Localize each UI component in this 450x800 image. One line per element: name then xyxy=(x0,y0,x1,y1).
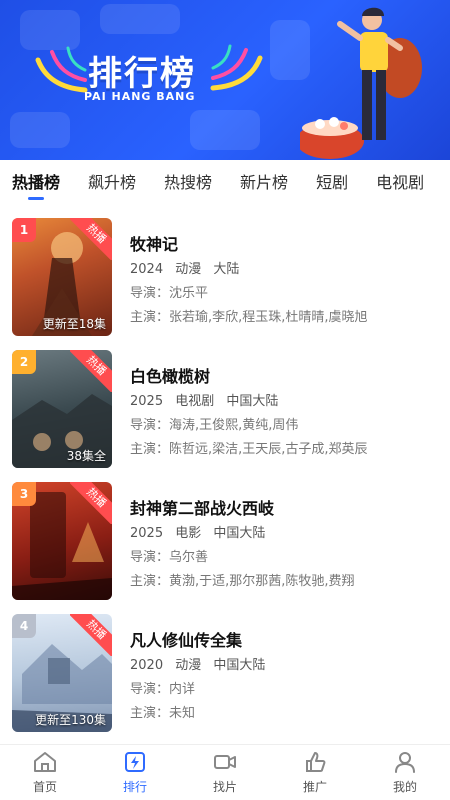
item-region: 中国大陆 xyxy=(213,526,266,541)
banner-subtitle: PAI HANG BANG xyxy=(84,90,196,103)
ranking-icon xyxy=(125,752,145,772)
list-item[interactable]: 3 热播 封神第二部战火西岐 2025 电影 中国大陆 导演：乌尔善 主演：黄渤… xyxy=(0,470,450,600)
item-type: 电影 xyxy=(175,526,202,541)
item-region: 中国大陆 xyxy=(213,658,266,673)
nav-label: 我的 xyxy=(392,780,417,794)
banner-decoration xyxy=(190,110,260,150)
item-title[interactable]: 牧神记 xyxy=(130,234,440,256)
nav-label: 找片 xyxy=(212,780,237,794)
item-year: 2024 xyxy=(130,262,164,277)
nav-promote[interactable]: 推广 xyxy=(270,745,360,800)
banner-decoration xyxy=(100,4,180,34)
item-director: 导演：乌尔善 xyxy=(130,550,209,565)
rank-badge: 1 xyxy=(12,218,36,242)
home-icon xyxy=(34,752,56,772)
user-icon xyxy=(395,752,415,773)
item-info: 封神第二部战火西岐 2025 电影 中国大陆 导演：乌尔善 主演：黄渤,于适,那… xyxy=(130,498,440,592)
tab-hot-play[interactable]: 热播榜 xyxy=(12,160,60,206)
item-cast: 主演：黄渤,于适,那尔那茜,陈牧驰,费翔 xyxy=(130,574,355,589)
item-info: 牧神记 2024 动漫 大陆 导演：沈乐平 主演：张若瑜,李欣,程玉珠,杜晴晴,… xyxy=(130,234,440,328)
list-item[interactable]: 1 热播 更新至18集 牧神记 2024 动漫 大陆 导演：沈乐平 主演：张若瑜… xyxy=(0,206,450,336)
hot-ribbon: 热播 xyxy=(70,482,112,524)
episode-status: 38集全 xyxy=(66,449,106,463)
banner-title: 排行榜 xyxy=(88,54,196,94)
tab-hot-search[interactable]: 热搜榜 xyxy=(164,160,212,206)
item-meta: 2025 电影 中国大陆 xyxy=(130,524,440,544)
rank-badge: 3 xyxy=(12,482,36,506)
item-meta: 2020 动漫 中国大陆 xyxy=(130,656,440,676)
item-type: 动漫 xyxy=(175,658,202,673)
item-director: 导演：内详 xyxy=(130,682,196,697)
nav-label: 推广 xyxy=(302,780,327,794)
episode-status: 更新至18集 xyxy=(42,317,106,331)
banner-decoration xyxy=(10,112,70,148)
nav-find-movies[interactable]: 找片 xyxy=(180,745,270,800)
item-type: 电视剧 xyxy=(175,394,215,409)
color-splash-icon xyxy=(35,46,88,93)
rank-badge: 2 xyxy=(12,350,36,374)
video-camera-icon xyxy=(214,755,236,769)
ranking-tabs: 热播榜 飙升榜 热搜榜 新片榜 短剧 电视剧 xyxy=(0,160,450,206)
item-cast: 主演：张若瑜,李欣,程玉珠,杜晴晴,虞晓旭 xyxy=(130,310,368,325)
bottom-nav: 首页 排行 找片 推广 我的 xyxy=(0,744,450,800)
poster-image[interactable]: 4 热播 更新至130集 xyxy=(12,614,112,732)
item-info: 凡人修仙传全集 2020 动漫 中国大陆 导演：内详 主演：未知 xyxy=(130,630,440,724)
item-title[interactable]: 白色橄榄树 xyxy=(130,366,440,388)
poster-image[interactable]: 2 热播 38集全 xyxy=(12,350,112,468)
item-meta: 2024 动漫 大陆 xyxy=(130,260,440,280)
list-item[interactable]: 2 热播 38集全 白色橄榄树 2025 电视剧 中国大陆 导演：海涛,王俊熙,… xyxy=(0,338,450,468)
item-year: 2020 xyxy=(130,658,164,673)
tab-tv-series[interactable]: 电视剧 xyxy=(376,160,424,206)
item-year: 2025 xyxy=(130,526,164,541)
item-title[interactable]: 封神第二部战火西岐 xyxy=(130,498,440,520)
item-title[interactable]: 凡人修仙传全集 xyxy=(130,630,440,652)
nav-label: 排行 xyxy=(122,780,147,794)
nav-label: 首页 xyxy=(32,780,57,794)
hot-ribbon: 热播 xyxy=(70,218,112,260)
item-cast: 主演：未知 xyxy=(130,706,196,721)
tab-new-release[interactable]: 新片榜 xyxy=(240,160,288,206)
nav-profile[interactable]: 我的 xyxy=(360,745,450,800)
hot-ribbon: 热播 xyxy=(70,350,112,392)
item-info: 白色橄榄树 2025 电视剧 中国大陆 导演：海涛,王俊熙,黄纯,周伟 主演：陈… xyxy=(130,366,440,460)
character-illustration-icon xyxy=(300,7,422,159)
nav-ranking[interactable]: 排行 xyxy=(90,745,180,800)
item-director: 导演：海涛,王俊熙,黄纯,周伟 xyxy=(130,418,299,433)
item-region: 中国大陆 xyxy=(226,394,279,409)
item-year: 2025 xyxy=(130,394,164,409)
thumbs-up-icon xyxy=(306,752,326,772)
item-meta: 2025 电视剧 中国大陆 xyxy=(130,392,440,412)
tab-rising[interactable]: 飙升榜 xyxy=(88,160,136,206)
tab-short-drama[interactable]: 短剧 xyxy=(316,160,348,206)
list-item[interactable]: 4 热播 更新至130集 凡人修仙传全集 2020 动漫 中国大陆 导演：内详 … xyxy=(0,602,450,732)
item-region: 大陆 xyxy=(213,262,240,277)
episode-status: 更新至130集 xyxy=(35,713,106,727)
nav-home[interactable]: 首页 xyxy=(0,745,90,800)
hot-ribbon: 热播 xyxy=(70,614,112,656)
item-director: 导演：沈乐平 xyxy=(130,286,209,301)
item-type: 动漫 xyxy=(175,262,202,277)
color-splash-icon xyxy=(210,44,263,91)
item-cast: 主演：陈哲远,梁洁,王天辰,古子成,郑英辰 xyxy=(130,442,368,457)
poster-image[interactable]: 1 热播 更新至18集 xyxy=(12,218,112,336)
rank-badge: 4 xyxy=(12,614,36,638)
ranking-banner: 排行榜 PAI HANG BANG xyxy=(0,0,450,160)
poster-image[interactable]: 3 热播 xyxy=(12,482,112,600)
